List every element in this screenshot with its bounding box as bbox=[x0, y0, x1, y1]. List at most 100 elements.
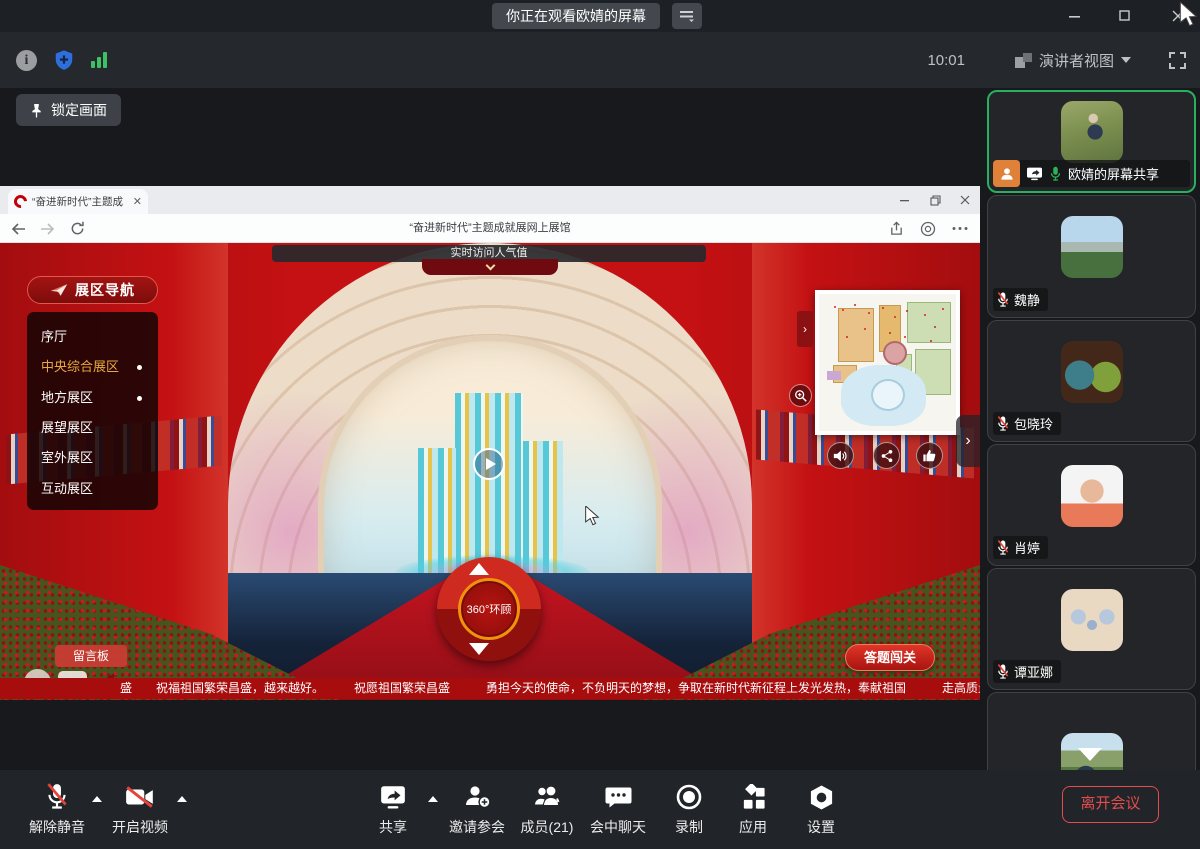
shield-icon[interactable] bbox=[53, 48, 75, 72]
minimap-collapse-tab[interactable]: › bbox=[797, 311, 813, 347]
view-mode-label: 演讲者视图 bbox=[1039, 50, 1114, 71]
sound-button[interactable] bbox=[827, 442, 854, 469]
zone-nav-label: 展区导航 bbox=[75, 280, 135, 300]
mic-muted-icon bbox=[996, 415, 1010, 432]
tab-close-icon[interactable]: ✕ bbox=[133, 195, 142, 208]
participant-name: 欧婧的屏幕共享 bbox=[1068, 164, 1159, 183]
participant-tile[interactable]: 包晓玲 bbox=[987, 320, 1196, 442]
title-menu-button[interactable] bbox=[672, 3, 702, 29]
settings-icon bbox=[808, 784, 835, 811]
mouse-cursor bbox=[1178, 2, 1200, 28]
stage-tower bbox=[455, 393, 523, 575]
camera-off-icon bbox=[124, 784, 156, 810]
browser-tab[interactable]: “奋进新时代”主题成 ✕ bbox=[8, 189, 148, 214]
invite-button[interactable]: 邀请参会 bbox=[437, 780, 517, 837]
members-button[interactable]: 成员(21) bbox=[507, 780, 587, 837]
participant-tile[interactable]: 肖婷 bbox=[987, 444, 1196, 566]
thumb-up-icon bbox=[922, 448, 937, 463]
play-button[interactable] bbox=[473, 448, 505, 480]
view-mode-selector[interactable]: 演讲者视图 bbox=[1015, 50, 1131, 71]
maximize-icon bbox=[1119, 10, 1131, 22]
participant-name: 肖婷 bbox=[1014, 538, 1040, 557]
avatar bbox=[1061, 465, 1123, 527]
invite-label: 邀请参会 bbox=[437, 817, 517, 837]
participant-tile-sharing[interactable]: 欧婧的屏幕共享 bbox=[987, 90, 1196, 193]
map-rotunda bbox=[883, 341, 907, 365]
nav-item-xuting[interactable]: 序厅 bbox=[41, 324, 158, 350]
settings-button[interactable]: 设置 bbox=[781, 780, 861, 837]
minimap[interactable] bbox=[815, 290, 960, 435]
like-button[interactable] bbox=[916, 442, 943, 469]
address-bar-title[interactable]: “奋进新时代”主题成就展网上展馆 bbox=[0, 214, 980, 243]
share-screen-button[interactable]: 共享 bbox=[353, 780, 433, 837]
nav-item-central[interactable]: 中央综合展区 bbox=[41, 354, 158, 380]
layout-icon bbox=[1015, 53, 1032, 68]
fullscreen-button[interactable] bbox=[1169, 52, 1186, 69]
map-room bbox=[838, 308, 874, 363]
mic-on-icon bbox=[1049, 166, 1062, 182]
mic-muted-icon bbox=[996, 539, 1010, 556]
shared-screen: “奋进新时代”主题成 ✕ “奋进新时代”主题成就展网上展馆 bbox=[0, 186, 980, 700]
minimize-button[interactable] bbox=[1055, 0, 1095, 32]
chat-icon bbox=[604, 784, 632, 810]
settings-label: 设置 bbox=[781, 817, 861, 837]
map-room bbox=[827, 371, 841, 381]
avatar bbox=[1061, 589, 1123, 651]
participant-name: 谭亚娜 bbox=[1014, 662, 1053, 681]
nav-item-outlook[interactable]: 展望展区 bbox=[41, 415, 158, 441]
share-screen-icon bbox=[379, 784, 407, 810]
map-markers bbox=[834, 306, 836, 308]
ellipsis-icon[interactable] bbox=[952, 226, 968, 231]
counter-collapse-tab[interactable] bbox=[422, 259, 558, 275]
exhibition-page: 实时访问人气值 展区导航 序厅 中央综合展区 地方展区 展望展区 室外展区 互动… bbox=[0, 243, 980, 700]
message-board-tooltip: 留言板 bbox=[55, 645, 127, 667]
zone-nav-button[interactable]: 展区导航 bbox=[27, 276, 158, 304]
maximize-button[interactable] bbox=[1105, 0, 1145, 32]
chat-button[interactable]: 会中聊天 bbox=[578, 780, 658, 837]
panel-expand-tab[interactable]: › bbox=[956, 415, 980, 467]
share-screen-label: 共享 bbox=[353, 817, 433, 837]
info-icon[interactable]: i bbox=[16, 50, 37, 71]
share-page-icon[interactable] bbox=[889, 221, 904, 236]
play-icon bbox=[486, 458, 496, 470]
leave-meeting-button[interactable]: 离开会议 bbox=[1062, 786, 1159, 823]
marquee-text: 盛 祝福祖国繁荣昌盛，越来越好。 祝愿祖国繁荣昌盛 勇担今天的使命，不负明天的梦… bbox=[120, 681, 980, 695]
map-zoom-button[interactable] bbox=[789, 384, 812, 407]
browser-minimize-button[interactable] bbox=[890, 186, 920, 214]
mic-muted-icon bbox=[996, 663, 1010, 680]
chevron-down-icon bbox=[1121, 57, 1131, 63]
rotate-up-icon[interactable] bbox=[469, 563, 489, 575]
menu-icon bbox=[679, 10, 695, 22]
scroll-down-icon[interactable] bbox=[1078, 748, 1102, 761]
magnifier-plus-icon bbox=[794, 389, 808, 403]
browser-toolbar: “奋进新时代”主题成就展网上展馆 bbox=[0, 214, 980, 243]
rotate-360-control[interactable]: 360°环顾 bbox=[437, 557, 541, 661]
shared-mouse-cursor bbox=[585, 506, 601, 528]
video-options-caret[interactable] bbox=[177, 796, 187, 802]
rotate-down-icon[interactable] bbox=[469, 643, 489, 655]
participants-sidebar: 欧婧的屏幕共享 魏静 bbox=[985, 88, 1200, 770]
browser-close-button[interactable] bbox=[950, 186, 980, 214]
lock-view-button[interactable]: 锁定画面 bbox=[16, 94, 121, 126]
start-video-button[interactable]: 开启视频 bbox=[100, 780, 180, 837]
paper-plane-icon bbox=[50, 283, 68, 297]
avatar bbox=[1061, 101, 1123, 163]
rotate-360-label: 360°环顾 bbox=[458, 578, 520, 640]
browser-restore-button[interactable] bbox=[920, 186, 950, 214]
nav-item-interactive[interactable]: 互动展区 bbox=[41, 476, 158, 502]
browser-menu-icon[interactable] bbox=[920, 221, 936, 237]
quiz-button[interactable]: 答题闯关 bbox=[845, 644, 935, 671]
nav-item-local[interactable]: 地方展区 bbox=[41, 385, 158, 411]
share-button-page[interactable] bbox=[873, 442, 900, 469]
participant-tile[interactable]: 谭亚娜 bbox=[987, 568, 1196, 690]
nav-item-outdoor[interactable]: 室外展区 bbox=[41, 445, 158, 471]
unmute-label: 解除静音 bbox=[17, 817, 97, 837]
person-icon bbox=[999, 166, 1015, 182]
clock: 10:01 bbox=[927, 52, 965, 69]
signal-icon[interactable] bbox=[91, 52, 107, 68]
map-room bbox=[907, 302, 951, 343]
tab-title: “奋进新时代”主题成 bbox=[32, 194, 128, 209]
unmute-button[interactable]: 解除静音 bbox=[17, 780, 97, 837]
participant-tile[interactable]: 魏静 bbox=[987, 195, 1196, 318]
avatar bbox=[1061, 341, 1123, 403]
